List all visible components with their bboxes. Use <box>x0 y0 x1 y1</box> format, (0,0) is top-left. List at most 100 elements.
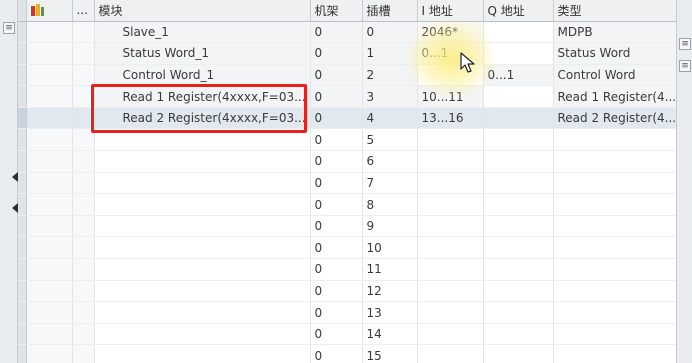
rack-cell[interactable]: 0 <box>310 21 363 44</box>
type-cell[interactable] <box>553 344 677 363</box>
menu-icon[interactable]: ≡ <box>679 60 691 72</box>
header-rack[interactable]: 机架 <box>310 0 363 22</box>
module-cell[interactable] <box>94 323 311 346</box>
row-handle[interactable] <box>18 42 27 65</box>
q-address-cell[interactable] <box>483 42 554 65</box>
rack-cell[interactable]: 0 <box>310 323 363 346</box>
type-cell[interactable]: Status Word <box>553 42 677 65</box>
q-address-cell[interactable] <box>483 21 554 44</box>
type-cell[interactable] <box>553 193 677 216</box>
slot-cell[interactable]: 14 <box>362 323 418 346</box>
table-row[interactable]: Control Word_1 0 2 0...1 Control Word <box>18 64 677 87</box>
row-handle[interactable] <box>18 85 27 108</box>
slot-cell[interactable]: 12 <box>362 280 418 303</box>
rack-cell[interactable]: 0 <box>310 150 363 173</box>
rack-cell[interactable]: 0 <box>310 301 363 324</box>
q-address-cell[interactable] <box>483 107 554 130</box>
slot-cell[interactable]: 13 <box>362 301 418 324</box>
row-handle[interactable] <box>18 64 27 87</box>
slot-cell[interactable]: 1 <box>362 42 418 65</box>
table-row[interactable]: 05 <box>18 128 677 152</box>
row-handle[interactable] <box>18 280 27 303</box>
i-address-cell[interactable] <box>417 172 484 195</box>
i-address-cell[interactable] <box>417 215 484 238</box>
i-address-cell[interactable] <box>417 280 484 303</box>
rack-cell[interactable]: 0 <box>310 193 363 216</box>
i-address-cell[interactable] <box>417 344 484 363</box>
q-address-cell[interactable] <box>483 258 554 281</box>
module-cell[interactable] <box>94 128 311 152</box>
q-address-cell[interactable]: 0...1 <box>483 64 554 87</box>
row-handle[interactable] <box>18 344 27 363</box>
module-cell[interactable] <box>94 215 311 238</box>
table-row[interactable]: 0 12 <box>18 280 677 303</box>
rack-cell[interactable]: 0 <box>310 128 363 152</box>
type-cell[interactable]: Read 2 Register(4... <box>553 107 677 130</box>
rack-cell[interactable]: 0 <box>310 215 363 238</box>
q-address-cell[interactable] <box>483 323 554 346</box>
row-handle[interactable] <box>18 21 27 44</box>
type-cell[interactable] <box>553 172 677 195</box>
row-handle[interactable] <box>18 107 27 130</box>
table-row[interactable]: 0 15 <box>18 344 677 363</box>
table-row[interactable]: 0 13 <box>18 301 677 324</box>
row-handle[interactable] <box>18 258 27 281</box>
module-cell[interactable] <box>94 150 311 173</box>
type-cell[interactable] <box>553 258 677 281</box>
q-address-cell[interactable] <box>483 128 554 152</box>
rack-cell[interactable]: 0 <box>310 64 363 87</box>
q-address-cell[interactable] <box>483 215 554 238</box>
module-cell[interactable] <box>94 258 311 281</box>
table-row[interactable]: Read 1 Register(4xxxx,F=03... 0 3 10...1… <box>18 85 677 108</box>
q-address-cell[interactable] <box>483 301 554 324</box>
row-handle[interactable] <box>18 236 27 260</box>
type-cell[interactable]: MDPB <box>553 21 677 44</box>
rack-cell[interactable]: 0 <box>310 280 363 303</box>
header-i-address[interactable]: I 地址 <box>417 0 484 22</box>
slot-cell[interactable]: 9 <box>362 215 418 238</box>
slot-cell[interactable]: 7 <box>362 172 418 195</box>
i-address-cell[interactable] <box>417 236 484 260</box>
i-address-cell[interactable] <box>417 258 484 281</box>
type-cell[interactable] <box>553 150 677 173</box>
header-dots[interactable]: ... <box>72 0 95 22</box>
table-row[interactable]: 09 <box>18 215 677 238</box>
row-handle[interactable] <box>18 323 27 346</box>
module-cell[interactable] <box>94 193 311 216</box>
rack-cell[interactable]: 0 <box>310 42 363 65</box>
i-address-cell[interactable]: 2046* <box>417 21 484 44</box>
table-row[interactable]: 0 10 <box>18 236 677 260</box>
rack-cell[interactable]: 0 <box>310 85 363 108</box>
i-address-cell[interactable] <box>417 150 484 173</box>
menu-icon[interactable]: ≡ <box>3 22 15 34</box>
module-cell[interactable] <box>94 236 311 260</box>
rack-cell[interactable]: 0 <box>310 344 363 363</box>
type-cell[interactable] <box>553 323 677 346</box>
table-row[interactable]: 06 <box>18 150 677 173</box>
module-cell[interactable]: Read 1 Register(4xxxx,F=03... <box>94 85 311 108</box>
table-row[interactable]: Status Word_1 0 1 0...1 Status Word <box>18 42 677 65</box>
module-cell[interactable]: Slave_1 <box>94 21 311 44</box>
i-address-cell[interactable]: 10...11 <box>417 85 484 108</box>
header-q-address[interactable]: Q 地址 <box>483 0 554 22</box>
i-address-cell[interactable] <box>417 64 484 87</box>
q-address-cell[interactable] <box>483 280 554 303</box>
header-module[interactable]: 模块 <box>94 0 311 22</box>
slot-cell[interactable]: 8 <box>362 193 418 216</box>
table-row[interactable]: 08 <box>18 193 677 216</box>
type-cell[interactable] <box>553 301 677 324</box>
table-row-selected[interactable]: Read 2 Register(4xxxx,F=03... 0 4 13...1… <box>18 107 677 130</box>
menu-icon[interactable]: ≡ <box>679 38 691 50</box>
i-address-cell[interactable] <box>417 193 484 216</box>
q-address-cell[interactable] <box>483 150 554 173</box>
slot-cell[interactable]: 11 <box>362 258 418 281</box>
row-handle[interactable] <box>18 301 27 324</box>
table-row[interactable]: Slave_1 0 0 2046* MDPB <box>18 21 677 44</box>
slot-cell[interactable]: 10 <box>362 236 418 260</box>
i-address-cell[interactable]: 13...16 <box>417 107 484 130</box>
q-address-cell[interactable] <box>483 193 554 216</box>
type-cell[interactable] <box>553 128 677 152</box>
slot-cell[interactable]: 2 <box>362 64 418 87</box>
slot-cell[interactable]: 15 <box>362 344 418 363</box>
slot-cell[interactable]: 3 <box>362 85 418 108</box>
